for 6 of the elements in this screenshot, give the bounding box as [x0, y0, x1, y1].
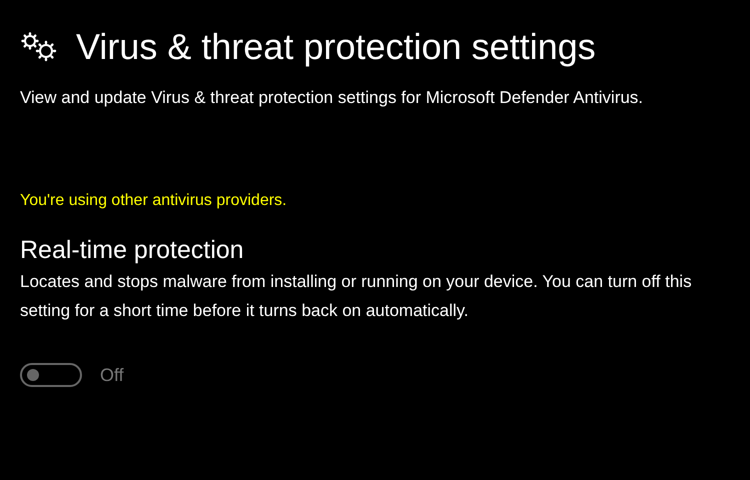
page-title: Virus & threat protection settings: [76, 25, 596, 69]
section-title: Real-time protection: [20, 235, 245, 266]
section-description: Locates and stops malware from installing or running on your device. You can turn off this setting for a short time before it turns back on automatically.: [20, 271, 693, 322]
toggle-label: Off: [100, 364, 124, 386]
warning-text: You're using other antivirus providers.: [20, 191, 288, 211]
page-description: View and update Virus & threat protection settings for Microsoft Defender Antivirus.: [20, 87, 644, 109]
